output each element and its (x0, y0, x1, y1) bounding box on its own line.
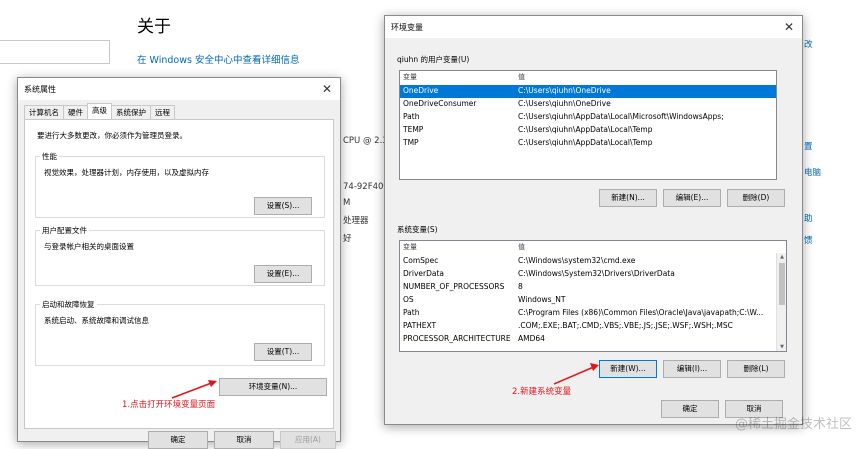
annotation-arrow-1-icon (171, 380, 217, 399)
startup-settings-button[interactable]: 设置(T)... (254, 343, 312, 361)
watermark: @稀土掘金技术社区 (734, 417, 852, 432)
list-header: 变量 值 (400, 71, 776, 83)
user-profiles-settings-button[interactable]: 设置(E)... (254, 265, 312, 283)
table-row[interactable]: PATHEXT .COM;.EXE;.BAT;.CMD;.VBS;.VBE;.JS… (400, 320, 776, 333)
startup-recovery-label: 启动和故障恢复 (40, 299, 97, 310)
page-title: 关于 (137, 17, 171, 37)
ok-button[interactable]: 确定 (148, 431, 208, 449)
tab-computer-name[interactable]: 计算机名 (24, 105, 64, 119)
user-vars-heading: qiuhn 的用户变量(U) (397, 55, 470, 64)
performance-group: 性能 视觉效果，处理器计划，内存使用，以及虚拟内存 设置(S)... (35, 151, 325, 218)
table-row[interactable]: NUMBER_OF_PROCESSORS 8 (400, 281, 776, 294)
table-row[interactable]: TMP C:\Users\qiuhn\AppData\Local\Temp (400, 137, 776, 150)
table-row[interactable]: TEMP C:\Users\qiuhn\AppData\Local\Temp (400, 124, 776, 137)
system-edit-button[interactable]: 编辑(I)... (663, 360, 721, 378)
tab-system-protection[interactable]: 系统保护 (111, 105, 151, 119)
performance-settings-button[interactable]: 设置(S)... (254, 197, 312, 215)
system-new-button[interactable]: 新建(W)... (599, 360, 657, 378)
cpu-text: CPU @ 2.3 (343, 136, 388, 146)
table-row[interactable]: OneDrive C:\Users\qiuhn\OneDrive (400, 85, 776, 98)
settings-search-box[interactable] (0, 40, 110, 64)
system-delete-button[interactable]: 删除(L) (727, 360, 785, 378)
user-edit-button[interactable]: 编辑(E)... (663, 189, 721, 207)
device-text: 好 (343, 234, 352, 244)
table-row[interactable]: DriverData C:\Windows\System32\Drivers\Dr… (400, 268, 776, 281)
tab-hardware[interactable]: 硬件 (63, 105, 88, 119)
scroll-down-icon[interactable]: ▼ (777, 344, 786, 350)
table-row[interactable]: OS Windows_NT (400, 294, 776, 307)
startup-recovery-group: 启动和故障恢复 系统启动、系统故障和调试信息 设置(T)... (35, 299, 325, 366)
col-value: 值 (518, 73, 525, 81)
memory-text: M (343, 198, 351, 208)
right-link-1[interactable]: 改 (804, 38, 813, 50)
col-value: 值 (518, 243, 525, 251)
tab-remote[interactable]: 远程 (150, 105, 175, 119)
user-vars-list[interactable]: 变量 值 OneDrive C:\Users\qiuhn\OneDrive One… (399, 70, 777, 180)
right-link-3[interactable]: 电脑 (804, 166, 821, 178)
scrollbar[interactable]: ▲ ▼ (776, 253, 786, 351)
admin-note: 要进行大多数更改，你必须作为管理员登录。 (37, 131, 187, 140)
close-icon[interactable]: ✕ (778, 17, 800, 37)
dialog-title: 环境变量 (391, 23, 423, 32)
table-row[interactable]: PROCESSOR_ARCHITECTURE AMD64 (400, 333, 776, 346)
col-variable: 变量 (403, 243, 417, 251)
user-profiles-label: 用户配置文件 (40, 225, 89, 236)
startup-recovery-desc: 系统启动、系统故障和调试信息 (44, 316, 149, 325)
security-center-link[interactable]: 在 Windows 安全中心中查看详细信息 (137, 52, 299, 66)
dialog-title: 系统属性 (24, 85, 56, 94)
col-variable: 变量 (403, 73, 417, 81)
user-delete-button[interactable]: 删除(D) (727, 189, 785, 207)
device-id-text: 74-92F40C (343, 182, 390, 192)
tab-strip: 计算机名 硬件 高级 系统保护 远程 (24, 103, 175, 119)
scrollbar-thumb[interactable] (779, 263, 785, 305)
list-header: 变量 值 (400, 241, 786, 253)
processor-text: 处理器 (343, 216, 369, 226)
annotation-arrow-2-icon (553, 363, 599, 385)
right-link-2[interactable]: 置 (804, 140, 813, 152)
user-profiles-desc: 与登录帐户相关的桌面设置 (44, 242, 134, 251)
system-vars-list[interactable]: 变量 值 ComSpec C:\Windows\system32\cmd.exe … (399, 240, 787, 352)
table-row[interactable]: OneDriveConsumer C:\Users\qiuhn\OneDrive (400, 98, 776, 111)
title-bar[interactable]: 系统属性 ✕ (18, 78, 340, 100)
performance-desc: 视觉效果，处理器计划，内存使用，以及虚拟内存 (44, 168, 209, 177)
system-vars-heading: 系统变量(S) (397, 225, 438, 234)
right-link-5[interactable]: 馈 (804, 234, 813, 246)
close-icon[interactable]: ✕ (316, 79, 338, 99)
table-row[interactable]: ComSpec C:\Windows\system32\cmd.exe (400, 255, 776, 268)
tab-advanced[interactable]: 高级 (87, 103, 112, 119)
performance-label: 性能 (40, 151, 59, 162)
cancel-button[interactable]: 取消 (214, 431, 274, 449)
user-profiles-group: 用户配置文件 与登录帐户相关的桌面设置 设置(E)... (35, 225, 325, 286)
environment-variables-button[interactable]: 环境变量(N)... (219, 378, 327, 396)
table-row[interactable]: Path C:\Program Files (x86)\Common Files\… (400, 307, 776, 320)
table-row[interactable]: Path C:\Users\qiuhn\AppData\Local\Microso… (400, 111, 776, 124)
scroll-up-icon[interactable]: ▲ (777, 254, 786, 260)
annotation-step2: 2.新建系统变量 (512, 387, 572, 397)
title-bar[interactable]: 环境变量 ✕ (385, 16, 802, 38)
right-link-4[interactable]: 助 (804, 212, 813, 224)
apply-button[interactable]: 应用(A) (280, 431, 336, 449)
user-new-button[interactable]: 新建(N)... (599, 189, 657, 207)
env-ok-button[interactable]: 确定 (661, 400, 719, 418)
